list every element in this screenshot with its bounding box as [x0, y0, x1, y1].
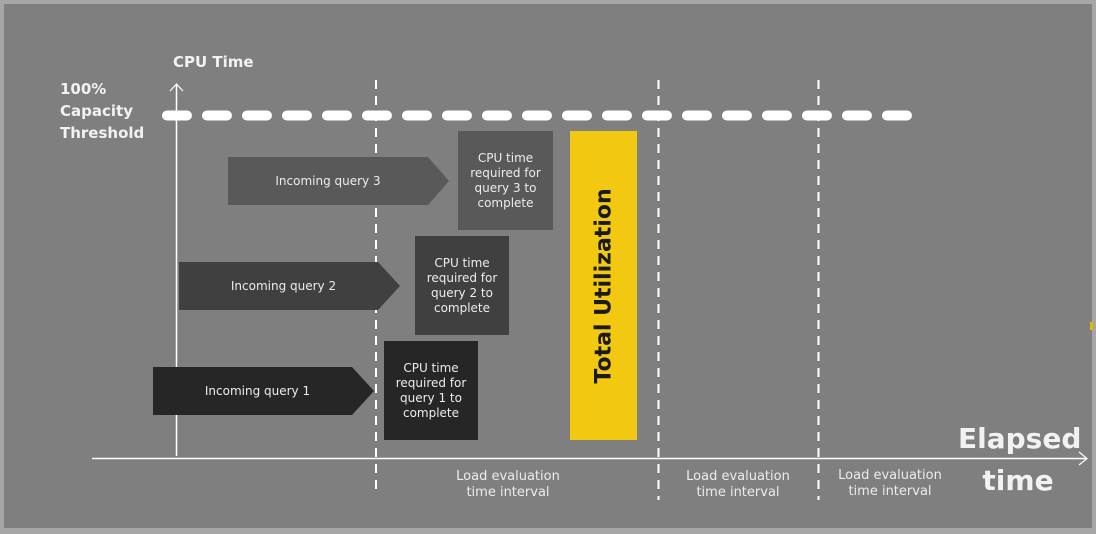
query-3-cpu-label: CPU time required for query 3 to complet…	[458, 131, 553, 230]
interval-1-line-1: Load evaluation	[456, 469, 560, 484]
query-2-cpu-line-1: CPU time	[434, 255, 490, 270]
threshold-label-line-1: 100%	[60, 80, 107, 98]
y-axis-title: CPU Time	[173, 53, 254, 71]
x-axis-title-line-1: Elapsed	[958, 422, 1082, 455]
interval-label-1: Load evaluation time interval	[418, 469, 598, 501]
query-1-cpu-label: CPU time required for query 1 to complet…	[384, 341, 478, 440]
interval-3-line-1: Load evaluation	[838, 468, 942, 483]
total-utilization-label: Total Utilization	[591, 187, 616, 384]
total-utilization-bar: Total Utilization	[570, 131, 637, 440]
query-1-cpu-line-1: CPU time	[403, 360, 459, 375]
query-1-cpu-line-2: required for	[395, 375, 467, 390]
query-2-cpu-line-2: required for	[426, 270, 498, 285]
interval-1-line-2: time interval	[466, 485, 550, 500]
query-1-cpu-line-4: complete	[402, 405, 460, 420]
query-2-cpu-line-3: query 2 to	[431, 285, 493, 300]
query-1-arrow-label: Incoming query 1	[204, 384, 311, 398]
query-3-cpu-line-4: complete	[477, 195, 534, 210]
threshold-label: 100% Capacity Threshold	[60, 78, 144, 144]
query-2-cpu-label: CPU time required for query 2 to complet…	[415, 236, 509, 335]
query-3-cpu-line-3: query 3 to	[474, 180, 537, 195]
query-3-cpu-line-2: required for	[470, 165, 541, 180]
diagram-lines	[92, 80, 1088, 500]
edge-marker	[1090, 322, 1093, 330]
query-1-cpu-line-3: query 1 to	[400, 390, 462, 405]
query-2-cpu-line-4: complete	[433, 300, 491, 315]
interval-label-3: Load evaluation time interval	[800, 468, 980, 500]
threshold-label-line-3: Threshold	[60, 124, 145, 142]
threshold-label-line-2: Capacity	[60, 102, 133, 120]
query-2-arrow-label: Incoming query 2	[230, 279, 337, 293]
interval-3-line-2: time interval	[848, 484, 932, 499]
query-3-cpu-line-1: CPU time	[477, 150, 534, 165]
query-3-arrow-label: Incoming query 3	[275, 174, 381, 188]
